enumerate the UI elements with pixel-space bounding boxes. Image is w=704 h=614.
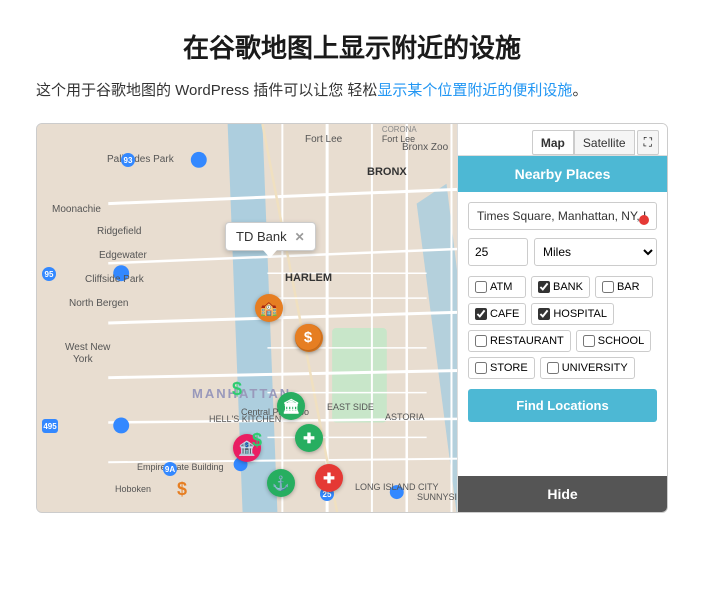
tooltip-close-btn[interactable]: ✕: [295, 230, 305, 244]
nearby-places-header: Nearby Places: [458, 156, 667, 192]
checkbox-grid: ATM BANK BAR CAFE HOSPITAL: [468, 276, 657, 379]
map-icon-school: 🏫: [255, 294, 283, 322]
checkbox-university[interactable]: UNIVERSITY: [540, 357, 635, 379]
tooltip-label: TD Bank: [236, 229, 287, 244]
map-icon-hospital: 🏛: [277, 392, 305, 420]
find-locations-button[interactable]: Find Locations: [468, 389, 657, 422]
checkbox-bar[interactable]: BAR: [595, 276, 653, 298]
page: 在谷歌地图上显示附近的设施 这个用于谷歌地图的 WordPress 插件可以让您…: [0, 0, 704, 545]
highway-badge-95: 95: [42, 267, 56, 281]
location-wrapper: [468, 202, 657, 238]
map-tab-satellite[interactable]: Satellite: [574, 130, 635, 155]
checkbox-bank-input[interactable]: [538, 281, 550, 293]
expand-button[interactable]: ⛶: [637, 130, 659, 155]
checkbox-school-input[interactable]: [583, 335, 595, 347]
map-icon-cross2: ✚: [315, 464, 343, 492]
checkbox-atm[interactable]: ATM: [468, 276, 526, 298]
subtitle-highlight: 显示某个位置附近的便利设施: [377, 82, 572, 99]
highway-badge-9a: 9A: [163, 462, 177, 476]
map-icon-dollar4: $: [177, 479, 187, 500]
hide-button[interactable]: Hide: [458, 476, 667, 512]
checkbox-restaurant-input[interactable]: [475, 335, 487, 347]
checkbox-bar-input[interactable]: [602, 281, 614, 293]
map-tooltip: TD Bank ✕: [225, 222, 316, 251]
map-icon-dollar2: $: [295, 324, 321, 350]
nearby-body: Miles Km ATM BANK BAR: [458, 192, 667, 512]
highway-badge-495: 495: [42, 419, 58, 433]
map-icon-anchor: ⚓: [267, 469, 295, 497]
subtitle-post: 。: [572, 82, 587, 99]
checkbox-cafe-input[interactable]: [475, 308, 487, 320]
page-subtitle: 这个用于谷歌地图的 WordPress 插件可以让您 轻松显示某个位置附近的便利…: [36, 79, 668, 103]
checkbox-university-input[interactable]: [547, 362, 559, 374]
checkbox-school[interactable]: SCHOOL: [576, 330, 651, 352]
map-icon-cross: ✚: [295, 424, 323, 452]
map-container: Fort Lee CORONA Palisades Park Moonachie…: [36, 123, 668, 513]
checkbox-store-input[interactable]: [475, 362, 487, 374]
checkbox-cafe[interactable]: CAFE: [468, 303, 526, 325]
location-marker: [639, 215, 649, 225]
subtitle-pre: 这个用于谷歌地图的 WordPress 插件可以让您 轻松: [36, 82, 377, 99]
svg-text:Fort Lee: Fort Lee: [382, 134, 415, 144]
checkbox-atm-input[interactable]: [475, 281, 487, 293]
checkbox-bank[interactable]: BANK: [531, 276, 590, 298]
map-tab-map[interactable]: Map: [532, 130, 574, 155]
highway-badge-93: 93: [121, 153, 135, 167]
distance-row: Miles Km: [468, 238, 657, 266]
sidebar-panel: Map Satellite ⛶ Nearby Places Miles Km: [457, 124, 667, 512]
checkbox-hospital[interactable]: HOSPITAL: [531, 303, 614, 325]
location-input[interactable]: [468, 202, 657, 230]
page-title: 在谷歌地图上显示附近的设施: [36, 28, 668, 65]
distance-input[interactable]: [468, 238, 528, 266]
tooltip-arrow: [263, 250, 277, 258]
distance-select[interactable]: Miles Km: [534, 238, 657, 266]
checkbox-restaurant[interactable]: RESTAURANT: [468, 330, 571, 352]
checkbox-hospital-input[interactable]: [538, 308, 550, 320]
checkbox-store[interactable]: STORE: [468, 357, 535, 379]
svg-text:CORONA: CORONA: [382, 125, 418, 134]
map-controls: Map Satellite ⛶: [458, 124, 667, 156]
map-icon-dollar5: $: [232, 379, 242, 400]
map-icon-dollar3: $: [252, 430, 262, 451]
